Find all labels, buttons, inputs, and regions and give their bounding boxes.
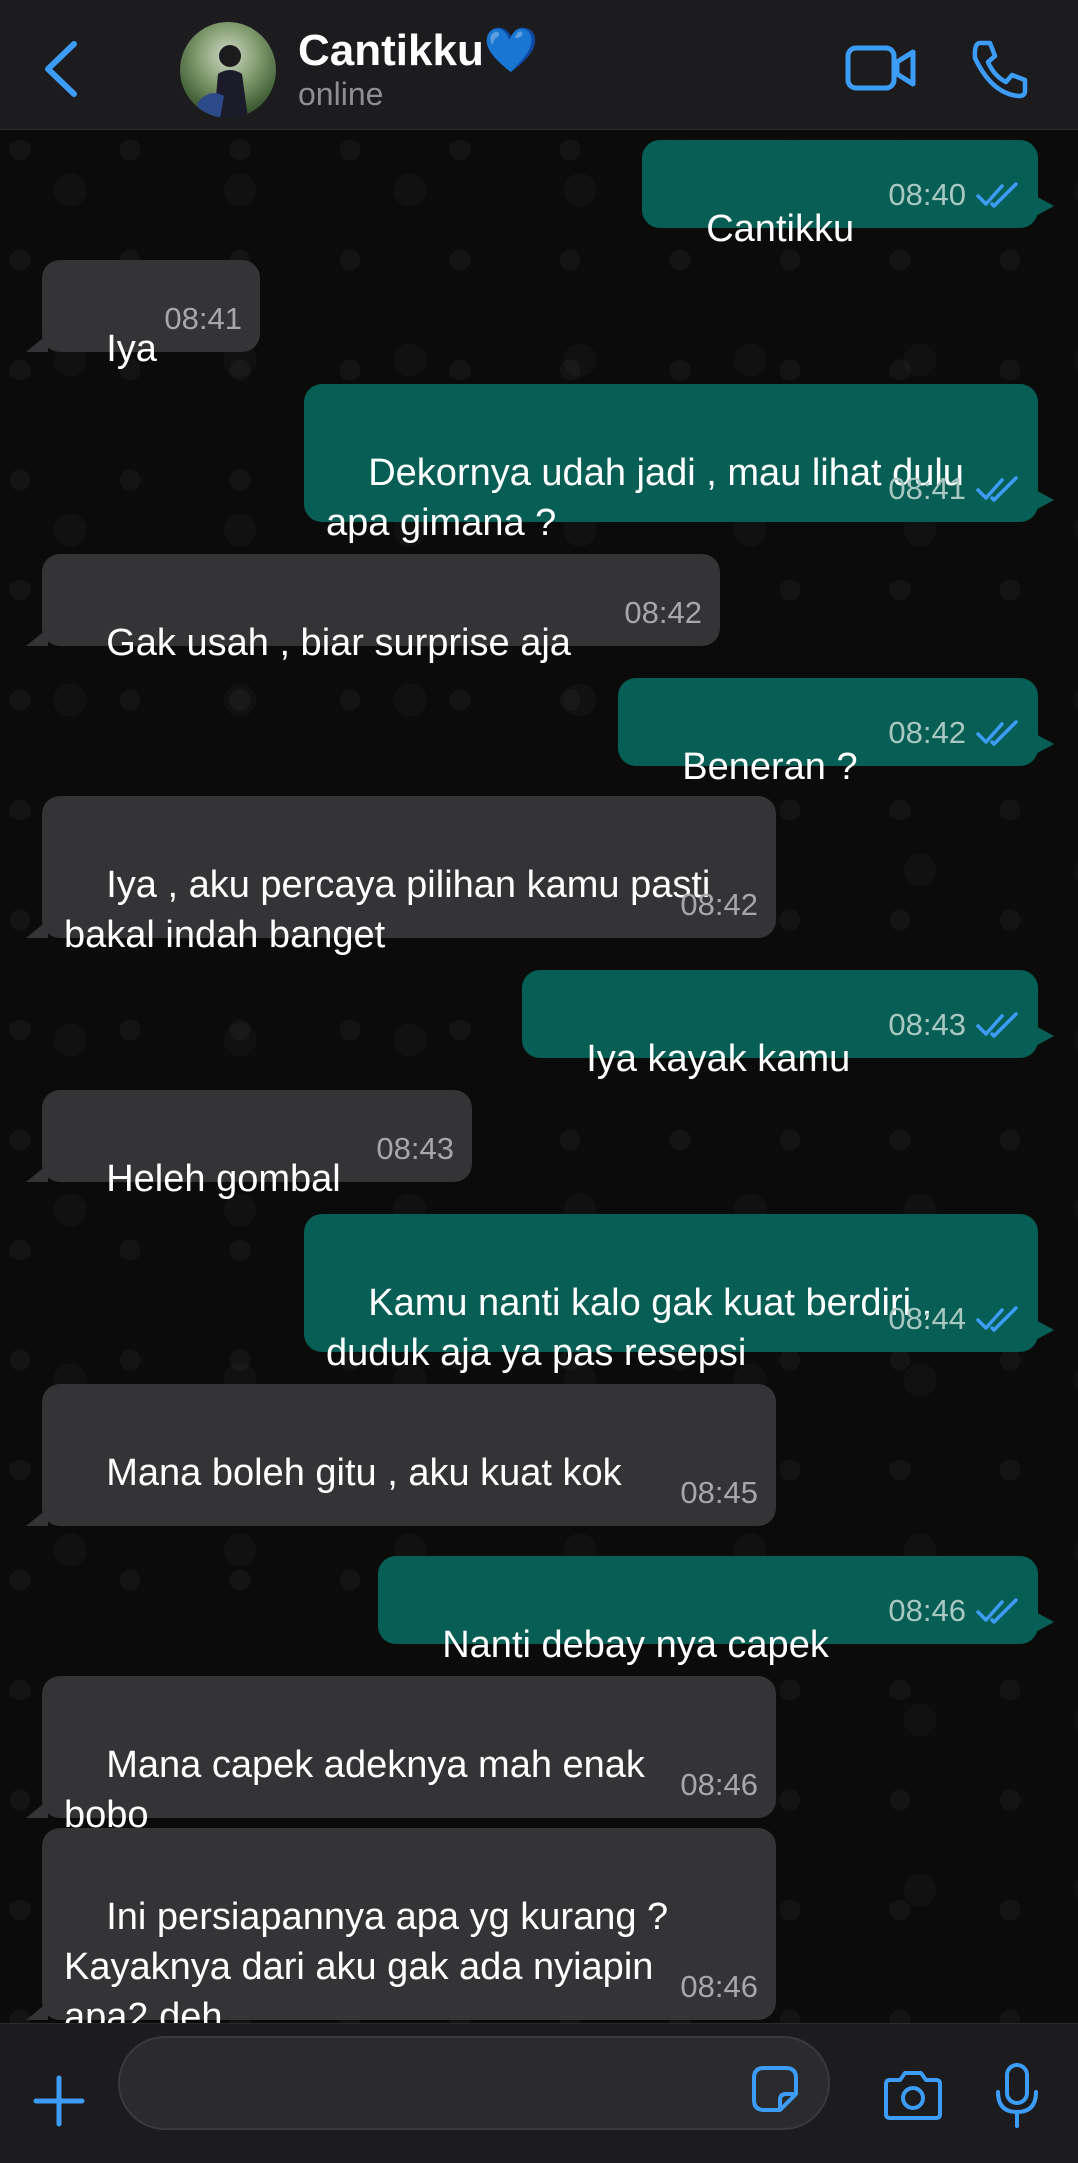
message-composer bbox=[0, 2023, 1078, 2163]
message-text: Nanti debay nya capek bbox=[442, 1624, 829, 1666]
message-text: Iya bbox=[106, 328, 157, 370]
double-check-icon bbox=[976, 1598, 1018, 1624]
message-meta: 08:42 bbox=[888, 708, 1020, 758]
message-time: 08:40 bbox=[888, 177, 966, 212]
message-meta: 08:46 bbox=[680, 1962, 758, 2012]
message-meta: 08:40 bbox=[888, 170, 1020, 220]
message-time: 08:45 bbox=[680, 1475, 758, 1510]
message-meta: 08:46 bbox=[888, 1586, 1020, 1636]
message-meta: 08:41 bbox=[888, 464, 1020, 514]
message-meta: 08:43 bbox=[376, 1124, 454, 1174]
message-meta: 08:46 bbox=[680, 1760, 758, 1810]
message-bubble[interactable]: Nanti debay nya capek 08:46 bbox=[378, 1556, 1054, 1666]
camera-icon[interactable] bbox=[882, 2070, 944, 2122]
message-time: 08:41 bbox=[164, 301, 242, 336]
message-time: 08:46 bbox=[888, 1593, 966, 1628]
message-time: 08:43 bbox=[888, 1007, 966, 1042]
message-meta: 08:43 bbox=[888, 1000, 1020, 1050]
message-bubble[interactable]: Kamu nanti kalo gak kuat berdiri , duduk… bbox=[304, 1214, 1054, 1374]
double-check-icon bbox=[976, 720, 1018, 746]
message-meta: 08:42 bbox=[624, 588, 702, 638]
contact-status: online bbox=[298, 76, 384, 112]
message-time: 08:46 bbox=[680, 1767, 758, 1802]
avatar-photo-icon bbox=[196, 45, 248, 118]
message-text: Cantikku bbox=[706, 208, 855, 250]
message-bubble[interactable]: Dekornya udah jadi , mau lihat dulu apa … bbox=[304, 384, 1054, 544]
message-time: 08:43 bbox=[376, 1131, 454, 1166]
video-call-icon[interactable] bbox=[845, 42, 917, 94]
message-meta: 08:45 bbox=[680, 1468, 758, 1518]
chat-header: Cantikku💙 online bbox=[0, 0, 1078, 130]
message-text: Gak usah , biar surprise aja bbox=[106, 622, 571, 664]
message-time: 08:41 bbox=[888, 471, 966, 506]
double-check-icon bbox=[976, 1306, 1018, 1332]
plus-icon[interactable] bbox=[32, 2074, 86, 2128]
message-bubble[interactable]: Iya kayak kamu 08:43 bbox=[522, 970, 1054, 1080]
message-text: Iya , aku percaya pilihan kamu pasti bak… bbox=[64, 864, 711, 956]
message-bubble[interactable]: Gak usah , biar surprise aja 08:42 bbox=[26, 554, 720, 664]
message-time: 08:42 bbox=[624, 595, 702, 630]
double-check-icon bbox=[976, 1012, 1018, 1038]
message-text: Heleh gombal bbox=[106, 1158, 341, 1200]
message-input[interactable] bbox=[118, 2036, 830, 2130]
sticker-icon[interactable] bbox=[750, 2064, 800, 2114]
phone-icon[interactable] bbox=[970, 38, 1028, 100]
avatar[interactable] bbox=[180, 22, 276, 118]
message-time: 08:42 bbox=[888, 715, 966, 750]
message-bubble[interactable]: Iya 08:41 bbox=[26, 260, 260, 370]
microphone-icon[interactable] bbox=[994, 2062, 1040, 2130]
message-text: Iya kayak kamu bbox=[586, 1038, 851, 1080]
message-text: Kamu nanti kalo gak kuat berdiri , duduk… bbox=[326, 1282, 933, 1374]
message-text: Mana boleh gitu , aku kuat kok bbox=[106, 1452, 622, 1494]
message-bubble[interactable]: Mana capek adeknya mah enak bobo 08:46 bbox=[26, 1676, 776, 1836]
message-time: 08:44 bbox=[888, 1301, 966, 1336]
message-meta: 08:44 bbox=[888, 1294, 1020, 1344]
message-time: 08:46 bbox=[680, 1969, 758, 2004]
message-time: 08:42 bbox=[680, 887, 758, 922]
message-bubble[interactable]: Iya , aku percaya pilihan kamu pasti bak… bbox=[26, 796, 776, 956]
message-bubble[interactable]: Beneran ? 08:42 bbox=[618, 678, 1054, 788]
double-check-icon bbox=[976, 182, 1018, 208]
message-text: Ini persiapannya apa yg kurang ? Kayakny… bbox=[64, 1896, 669, 2023]
message-text: Beneran ? bbox=[682, 746, 858, 788]
message-meta: 08:42 bbox=[680, 880, 758, 930]
message-list[interactable]: Cantikku 08:40 Iya 08:41 Dekornya udah j… bbox=[0, 130, 1078, 2023]
message-text: Mana capek adeknya mah enak bobo bbox=[64, 1744, 645, 1836]
contact-name[interactable]: Cantikku💙 bbox=[298, 24, 539, 76]
message-bubble[interactable]: Mana boleh gitu , aku kuat kok 08:45 bbox=[26, 1384, 776, 1526]
message-bubble[interactable]: Cantikku 08:40 bbox=[642, 140, 1054, 250]
double-check-icon bbox=[976, 476, 1018, 502]
message-bubble[interactable]: Heleh gombal 08:43 bbox=[26, 1090, 472, 1200]
back-chevron-icon[interactable] bbox=[38, 38, 84, 100]
message-text: Dekornya udah jadi , mau lihat dulu apa … bbox=[326, 452, 964, 544]
message-bubble[interactable]: Ini persiapannya apa yg kurang ? Kayakny… bbox=[26, 1828, 776, 2023]
message-meta: 08:41 bbox=[164, 294, 242, 344]
